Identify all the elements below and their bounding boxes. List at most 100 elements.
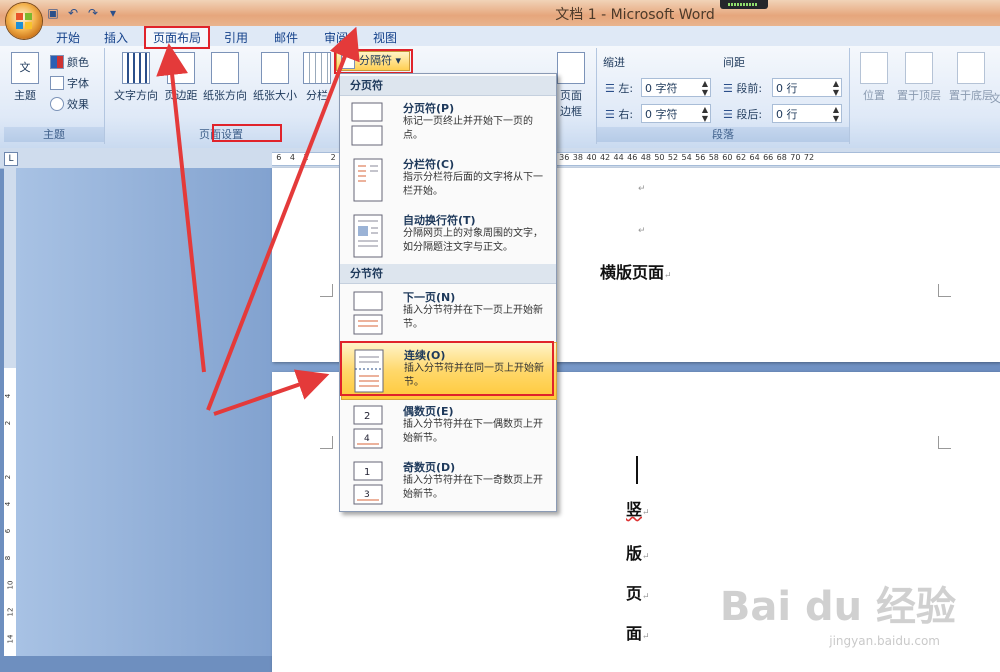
menu-item-text-wrapping-break[interactable]: 自动换行符(T) 分隔网页上的对象周围的文字，如分隔题注文字与正文。 [341, 208, 555, 264]
crop-mark [938, 284, 951, 297]
ruler-tick-label: 40 [586, 153, 597, 162]
margins-label: 页边距 [164, 89, 198, 102]
ruler-tick-label: 64 [749, 153, 760, 162]
svg-text:3: 3 [364, 490, 370, 500]
vertical-ruler[interactable]: 4 2 2 4 6 8 10 12 14 [4, 168, 16, 656]
page2-char-3: 页↵ [626, 580, 650, 604]
page-breaks-header: 分页符 [340, 76, 556, 96]
next-page-icon [353, 291, 383, 335]
spin-arrows-icon[interactable]: ▲ ▼ [702, 79, 708, 97]
send-to-back-label: 置于底层 [949, 89, 993, 102]
spin-arrows-icon[interactable]: ▲ ▼ [702, 105, 708, 123]
indent-left-input[interactable]: 0 字符 ▲ ▼ [641, 78, 711, 97]
page2-char-2: 版↵ [626, 540, 650, 564]
margins-button[interactable]: 页边距 [164, 52, 198, 103]
page2-char-1: 竖↵ [626, 496, 650, 520]
ruler-tick-label: 52 [667, 153, 679, 162]
paragraph-group: 缩进 间距 ☰ 左: 0 字符 ▲ ▼ ☰ 右: 0 字符 ▲ ▼ ☰ 段前: 0 … [596, 48, 850, 144]
orientation-label: 纸张方向 [203, 89, 247, 102]
office-button[interactable] [6, 3, 42, 39]
tab-selector-icon[interactable]: L [4, 152, 18, 166]
indent-left-value: 0 字符 [645, 82, 678, 95]
effects-icon [50, 97, 64, 111]
tab-home[interactable]: 开始 [56, 29, 80, 46]
page2-char-text: 版 [626, 544, 643, 563]
send-to-back-icon [957, 52, 985, 84]
highlight-page-layout-tab [144, 26, 210, 49]
menu-item-desc: 插入分节符并在下一奇数页上开始新节。 [403, 475, 543, 500]
vruler-tick-label: 14 [6, 634, 15, 644]
spacing-before-label: 段前: [736, 82, 763, 95]
theme-fonts-button[interactable]: 字体 [50, 75, 89, 91]
send-to-back-button[interactable]: 置于底层 [946, 52, 996, 103]
spacing-after-input[interactable]: 0 行 ▲ ▼ [772, 104, 842, 123]
theme-effects-button[interactable]: 效果 [50, 96, 89, 112]
ruler-tick-label: 56 [695, 153, 706, 162]
bring-to-front-label: 置于顶层 [897, 89, 941, 102]
page-borders-label-a: 页面 [560, 89, 582, 102]
columns-button[interactable]: 分栏 [302, 52, 332, 103]
menu-item-desc: 标记一页终止并开始下一页的点。 [403, 116, 533, 141]
tab-review[interactable]: 审阅 [324, 29, 348, 46]
indent-right-input[interactable]: 0 字符 ▲ ▼ [641, 104, 711, 123]
spacing-before-icon: ☰ [723, 82, 733, 95]
indent-left-label: 左: [618, 82, 634, 95]
highlight-page-setup-label [212, 124, 282, 142]
tab-references[interactable]: 引用 [224, 29, 248, 46]
text-wrapping-break-icon [353, 214, 383, 258]
indent-left-row: ☰ 左: [605, 80, 633, 96]
tab-view[interactable]: 视图 [373, 29, 397, 46]
bring-to-front-button[interactable]: 置于顶层 [894, 52, 944, 103]
paragraph-mark: ↵ [664, 271, 672, 281]
ruler-tick-label: 42 [599, 153, 611, 162]
section-breaks-header: 分节符 [340, 264, 556, 284]
ruler-tick-label: 48 [640, 153, 651, 162]
position-button[interactable]: 位置 [856, 52, 892, 103]
spacing-after-icon: ☰ [723, 108, 733, 121]
vruler-tick-label: 4 [4, 393, 13, 399]
theme-group: 文 主题 颜色 字体 效果 主题 [4, 48, 105, 144]
position-label: 位置 [863, 89, 885, 102]
page1-heading-text: 横版页面 [600, 263, 665, 282]
orientation-button[interactable]: 纸张方向 [202, 52, 248, 103]
tab-mailings[interactable]: 邮件 [274, 29, 298, 46]
size-button[interactable]: 纸张大小 [252, 52, 298, 103]
ruler-tick-label: 58 [708, 153, 719, 162]
tab-insert[interactable]: 插入 [104, 29, 128, 46]
spacing-before-input[interactable]: 0 行 ▲ ▼ [772, 78, 842, 97]
margins-icon [167, 52, 195, 84]
menu-item-title: 下一页(N) [403, 291, 456, 304]
spacing-before-row: ☰ 段前: [723, 80, 762, 96]
paragraph-mark: ↵ [642, 592, 650, 602]
page-borders-button[interactable]: 页面 边框 [554, 52, 588, 119]
themes-label: 主题 [14, 89, 36, 102]
orientation-icon [211, 52, 239, 84]
ruler-tick-label: 4 [289, 153, 295, 162]
spin-arrows-icon[interactable]: ▲ ▼ [833, 105, 839, 123]
office-logo-icon [16, 13, 32, 29]
arrange-group: 位置 置于顶层 置于底层 文 [852, 48, 1000, 144]
menu-item-next-page[interactable]: 下一页(N) 插入分节符并在下一页上开始新节。 [341, 285, 555, 341]
ruler-tick-label: 44 [613, 153, 624, 162]
paragraph-mark: ↵ [642, 508, 650, 518]
menu-item-desc: 插入分节符并在下一页上开始新节。 [403, 305, 543, 330]
theme-group-label: 主题 [4, 127, 104, 142]
ruler-tick-label: 54 [681, 153, 692, 162]
text-cursor [636, 456, 638, 484]
menu-item-odd-page[interactable]: 13 奇数页(D) 插入分节符并在下一奇数页上开始新节。 [341, 455, 555, 511]
indent-heading: 缩进 [603, 56, 625, 69]
text-direction-label: 文字方向 [114, 89, 158, 102]
ruler-tick-label: 60 [722, 153, 733, 162]
svg-text:2: 2 [364, 411, 370, 422]
menu-item-even-page[interactable]: 24 偶数页(E) 插入分节符并在下一偶数页上开始新节。 [341, 399, 555, 455]
theme-colors-button[interactable]: 颜色 [50, 54, 89, 70]
text-direction-button[interactable]: 文字方向 [112, 52, 160, 103]
spin-arrows-icon[interactable]: ▲ ▼ [833, 79, 839, 97]
ruler-tick-label: 62 [735, 153, 747, 162]
vruler-tick-label: 2 [4, 474, 13, 480]
spacing-after-label: 段后: [736, 108, 763, 121]
themes-button[interactable]: 文 主题 [8, 52, 42, 103]
menu-item-page-break[interactable]: 分页符(P) 标记一页终止并开始下一页的点。 [341, 96, 555, 152]
paragraph-mark: ↵ [638, 226, 646, 236]
menu-item-column-break[interactable]: 分栏符(C) 指示分栏符后面的文字将从下一栏开始。 [341, 152, 555, 208]
